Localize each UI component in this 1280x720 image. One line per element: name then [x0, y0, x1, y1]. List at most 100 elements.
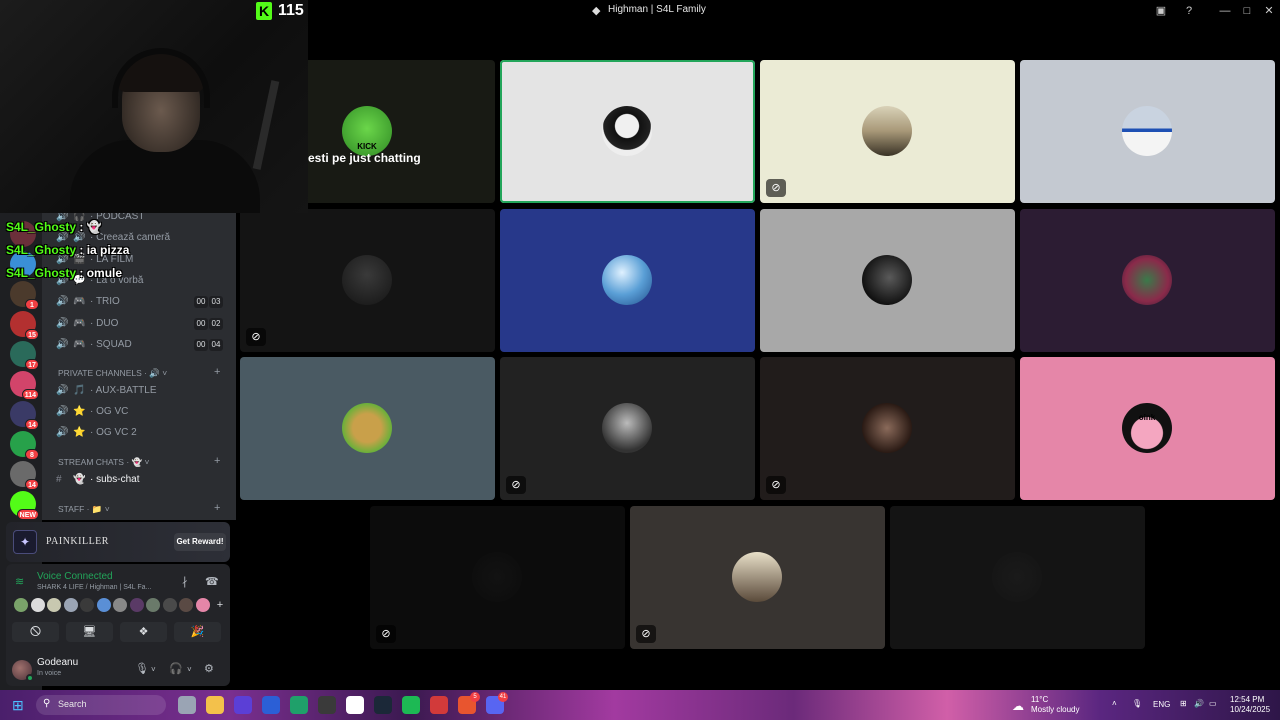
minimize-button[interactable]: —	[1217, 3, 1233, 19]
windows-start-icon[interactable]: ⊞	[12, 697, 24, 714]
tray-chevron-icon[interactable]: ˄	[1112, 699, 1117, 708]
server-icon[interactable]: 8	[10, 431, 39, 460]
participant-avatar[interactable]	[179, 598, 193, 612]
participant-avatar[interactable]	[14, 598, 28, 612]
get-reward-button[interactable]: Get Reward!	[174, 533, 226, 551]
server-icon[interactable]: NEW	[10, 491, 39, 520]
tray-mic-icon[interactable]: 🎙	[1132, 699, 1142, 708]
taskbar-app-icon[interactable]	[290, 696, 308, 714]
participant-avatar[interactable]	[80, 598, 94, 612]
participant-tile[interactable]: ⊘	[760, 357, 1015, 500]
soundboard-button[interactable]: 🎉	[174, 622, 221, 642]
network-icon[interactable]: ⊞	[1180, 699, 1187, 708]
taskbar-app-icon[interactable]	[346, 696, 364, 714]
chevron-down-icon[interactable]: ˅	[151, 665, 156, 674]
chat-text: ia pizza	[86, 243, 130, 257]
noise-suppression-icon[interactable]: ∤	[182, 575, 188, 588]
participant-tile[interactable]: oink	[1020, 357, 1275, 500]
channel-subs-chat[interactable]: # 👻 · subs-chat	[42, 470, 236, 490]
maximize-button[interactable]: □	[1239, 3, 1255, 19]
volume-icon[interactable]: 🔊	[1194, 699, 1204, 708]
participant-tile[interactable]	[1020, 60, 1275, 203]
participant-tile[interactable]: ⊘	[500, 357, 755, 500]
clock-date[interactable]: 10/24/2025	[1230, 705, 1270, 714]
participant-tile[interactable]	[500, 209, 755, 352]
close-button[interactable]: ✕	[1261, 3, 1277, 19]
server-icon[interactable]: 17	[10, 341, 39, 370]
participant-tile[interactable]: ⊘	[760, 60, 1015, 203]
participant-tile[interactable]	[890, 506, 1145, 649]
speaker-icon: 🔊	[56, 385, 69, 396]
help-icon[interactable]: ?	[1181, 3, 1197, 19]
voice-channel[interactable]: 🔊 🎮 · SQUAD 00 04	[42, 335, 236, 355]
disconnect-icon[interactable]: ☎	[205, 575, 219, 588]
username[interactable]: Godeanu	[37, 657, 78, 668]
voice-channel[interactable]: 🔊 🎮 · TRIO 00 03	[42, 292, 236, 312]
taskbar-app-icon[interactable]: 41	[486, 692, 508, 714]
taskbar-app-icon[interactable]	[234, 696, 252, 714]
participant-avatar[interactable]	[113, 598, 127, 612]
category-staff[interactable]: STAFF · 📁 ˅ +	[42, 501, 236, 517]
windows-taskbar: ⊞ ⚲ Search 5 41 ☁ 11°C Mostly cloudy ˄ 🎙 …	[0, 690, 1280, 720]
server-icon[interactable]: 14	[10, 401, 39, 430]
taskbar-app-icon[interactable]	[318, 696, 336, 714]
taskbar-search[interactable]: ⚲ Search	[36, 695, 166, 715]
add-channel-icon[interactable]: +	[214, 366, 220, 378]
activities-button[interactable]: ❖	[120, 622, 167, 642]
taskbar-app-icon[interactable]	[206, 696, 224, 714]
chat-message: S4L_Ghosty : ia pizza	[6, 243, 129, 257]
add-participant-icon[interactable]: +	[213, 598, 227, 612]
add-channel-icon[interactable]: +	[214, 502, 220, 514]
weather-desc[interactable]: Mostly cloudy	[1031, 705, 1079, 714]
voice-location[interactable]: SHARK 4 LIFE / Highman | S4L Fa...	[37, 584, 151, 591]
taskbar-app-icon[interactable]	[374, 696, 392, 714]
camera-off-icon: ⊘	[636, 625, 656, 643]
language-indicator[interactable]: ENG	[1153, 700, 1170, 709]
weather-temp[interactable]: 11°C	[1031, 695, 1048, 704]
clock-time[interactable]: 12:54 PM	[1230, 695, 1264, 704]
headphones-icon[interactable]: 🎧	[169, 662, 183, 675]
microphone-icon[interactable]: 🎙	[135, 662, 149, 675]
participant-avatar[interactable]	[195, 598, 210, 612]
participant-tile[interactable]	[500, 60, 755, 203]
participant-avatar[interactable]	[129, 598, 144, 612]
server-icon[interactable]: 114	[10, 371, 39, 400]
screen-share-button[interactable]: 🖥	[66, 622, 113, 642]
add-channel-icon[interactable]: +	[214, 455, 220, 467]
participant-tile[interactable]: ⊘	[370, 506, 625, 649]
participant-avatar[interactable]	[47, 598, 61, 612]
taskbar-app-icon[interactable]	[178, 696, 196, 714]
voice-channel[interactable]: 🔊 🎵 · AUX-BATTLE	[42, 381, 236, 401]
server-icon[interactable]: 1	[10, 281, 39, 310]
hashtag-icon: #	[56, 474, 62, 485]
chevron-down-icon[interactable]: ˅	[187, 665, 192, 674]
taskbar-app-icon[interactable]	[430, 696, 448, 714]
separator: ·	[90, 296, 94, 308]
camera-off-button[interactable]: 🛇	[12, 622, 59, 642]
participant-avatar[interactable]	[30, 598, 45, 612]
channel-label: · OG VC 2	[90, 427, 137, 438]
camera-off-icon: ⊘	[246, 328, 266, 346]
participant-tile[interactable]	[240, 357, 495, 500]
taskbar-app-icon[interactable]: 5	[458, 692, 480, 714]
participant-tile[interactable]: ⊘	[240, 209, 495, 352]
voice-channel[interactable]: 🔊 ⭐ · OG VC	[42, 402, 236, 422]
participant-tile[interactable]	[760, 209, 1015, 352]
taskbar-app-icon[interactable]	[402, 696, 420, 714]
inbox-icon[interactable]: ▣	[1153, 3, 1169, 19]
participant-avatar[interactable]	[162, 598, 177, 612]
participant-avatar[interactable]	[146, 598, 160, 612]
taskbar-app-icon[interactable]	[262, 696, 280, 714]
voice-channel[interactable]: 🔊 ⭐ · OG VC 2	[42, 423, 236, 443]
category-private-channels[interactable]: PRIVATE CHANNELS · 🔊 ˅ +	[42, 365, 236, 381]
settings-gear-icon[interactable]: ⚙	[204, 662, 214, 675]
participant-avatar[interactable]	[96, 598, 111, 612]
participant-avatar[interactable]	[63, 598, 78, 612]
battery-icon[interactable]: ▭	[1209, 699, 1217, 708]
server-icon[interactable]: 14	[10, 461, 39, 490]
participant-tile[interactable]	[1020, 209, 1275, 352]
category-stream-chats[interactable]: STREAM CHATS · 👻 ˅ +	[42, 454, 236, 470]
participant-tile[interactable]: ⊘	[630, 506, 885, 649]
voice-channel[interactable]: 🔊 🎮 · DUO 00 02	[42, 314, 236, 334]
server-icon[interactable]: 15	[10, 311, 39, 340]
